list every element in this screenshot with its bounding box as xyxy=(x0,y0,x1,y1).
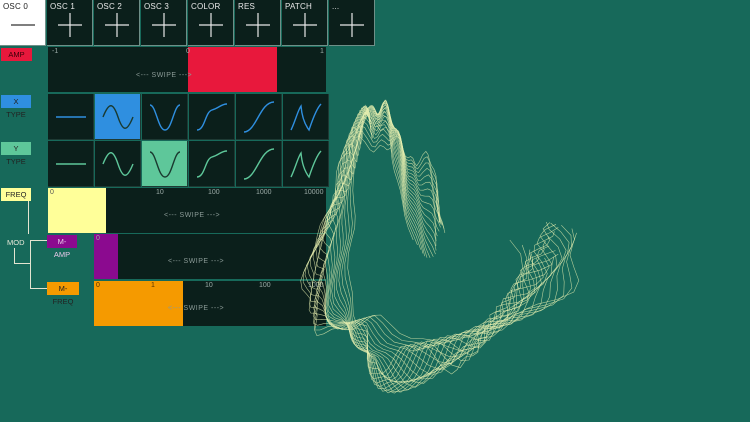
tab-label: COLOR xyxy=(191,2,221,11)
tab-1[interactable]: OSC 1 xyxy=(47,0,93,46)
mod-label: MOD xyxy=(7,238,25,247)
mfreq-scale-1: 1 xyxy=(151,282,155,289)
xtype-label: X TYPE xyxy=(1,95,31,119)
plus-icon xyxy=(246,13,270,37)
cosine-icon xyxy=(149,104,181,131)
mfreq-scale-0: 0 xyxy=(96,282,100,289)
plus-icon xyxy=(105,13,129,37)
amp-scale-mid: 0 xyxy=(186,48,190,55)
mod-connector xyxy=(28,201,29,234)
flat-icon xyxy=(56,163,86,165)
ytype-option-cosine[interactable] xyxy=(142,141,188,187)
plus-icon xyxy=(293,13,317,37)
freq-scale-10: 10 xyxy=(156,189,164,196)
ytype-option-sine[interactable] xyxy=(95,141,141,187)
tab-2[interactable]: OSC 2 xyxy=(94,0,140,46)
tab-label: OSC 3 xyxy=(144,2,170,11)
ytype-label: Y TYPE xyxy=(1,142,31,166)
tab-4[interactable]: COLOR xyxy=(188,0,234,46)
amp-scale-max: 1 xyxy=(320,48,324,55)
plus-icon xyxy=(199,13,223,37)
tab-label: OSC 1 xyxy=(50,2,76,11)
mod-connector xyxy=(30,288,47,289)
sine-icon xyxy=(102,152,134,176)
xtype-option-cosine[interactable] xyxy=(142,94,188,140)
cosine-icon xyxy=(149,151,181,178)
tab-label: PATCH xyxy=(285,2,312,11)
mfreq-label: M-FREQ xyxy=(47,282,79,306)
mamp-label: M-AMP xyxy=(47,235,77,259)
tab-label: ... xyxy=(332,2,340,11)
flat-icon xyxy=(56,116,86,118)
mod-connector xyxy=(14,248,15,264)
freq-scale-0: 0 xyxy=(50,189,54,196)
mod-connector xyxy=(30,240,31,288)
amp-label: AMP xyxy=(1,48,32,61)
tab-3[interactable]: OSC 3 xyxy=(141,0,187,46)
tab-7[interactable]: ... xyxy=(329,0,375,46)
trace-line xyxy=(318,106,555,391)
mamp-scale-0: 0 xyxy=(96,235,100,242)
freq-slider-fill xyxy=(48,188,106,233)
trace-line xyxy=(329,101,555,389)
amp-scale-min: -1 xyxy=(52,48,59,55)
tab-label: OSC 0 xyxy=(3,2,29,11)
mod-connector xyxy=(14,263,31,264)
amp-swipe-hint: <--- SWIPE ---> xyxy=(136,72,193,79)
xtype-option-flat[interactable] xyxy=(48,94,94,140)
lissajous-visualization xyxy=(300,99,580,394)
freq-label: FREQ xyxy=(1,188,31,201)
tab-6[interactable]: PATCH xyxy=(282,0,328,46)
mfreq-slider-fill xyxy=(94,281,183,326)
minus-icon xyxy=(11,24,35,26)
tab-label: OSC 2 xyxy=(97,2,123,11)
mod-connector xyxy=(30,240,47,241)
plus-icon xyxy=(152,13,176,37)
tab-5[interactable]: RES xyxy=(235,0,281,46)
ytype-option-flat[interactable] xyxy=(48,141,94,187)
tab-label: RES xyxy=(238,2,256,11)
sine-icon xyxy=(102,105,134,129)
xtype-option-sine[interactable] xyxy=(95,94,141,140)
plus-icon xyxy=(58,13,82,37)
plus-icon xyxy=(340,13,364,37)
tab-0[interactable]: OSC 0 xyxy=(0,0,46,46)
